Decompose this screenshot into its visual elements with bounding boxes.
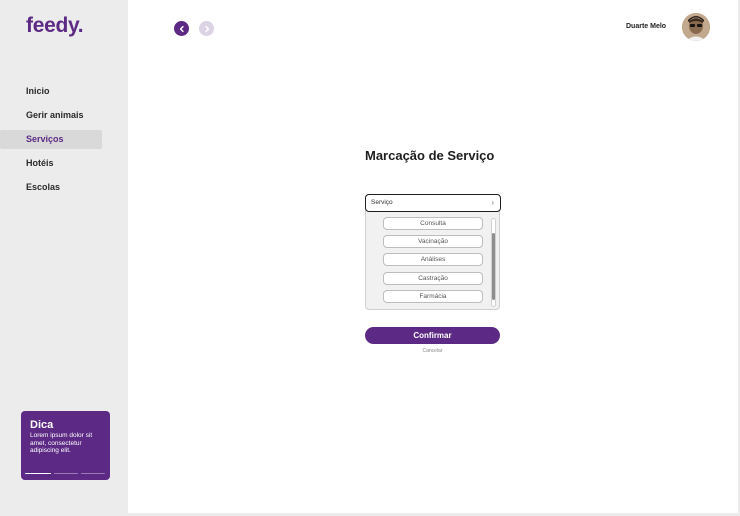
sidebar-item-hoteis[interactable]: Hotéis <box>0 154 102 173</box>
tip-title: Dica <box>30 419 54 431</box>
forward-button[interactable] <box>199 21 214 36</box>
service-select-value: Serviço <box>371 199 393 206</box>
option-farmacia[interactable]: Farmácia <box>383 289 483 303</box>
avatar[interactable] <box>682 13 710 41</box>
chevron-right-icon <box>204 25 209 32</box>
option-vacinacao[interactable]: Vacinação <box>383 235 483 249</box>
scrollbar-thumb[interactable] <box>492 233 495 300</box>
chevron-left-icon <box>179 25 184 32</box>
sidebar-item-servicos[interactable]: Serviços <box>0 130 102 149</box>
cancel-link[interactable]: Cancelar <box>365 348 500 354</box>
confirm-button[interactable]: Confirmar <box>365 327 500 344</box>
back-button[interactable] <box>174 21 189 36</box>
tip-pagination <box>25 472 105 474</box>
sidebar-item-escolas[interactable]: Escolas <box>0 178 102 197</box>
tip-card: Dica Lorem ipsum dolor sit amet, consect… <box>21 411 110 480</box>
sidebar: feedy. Inicio Gerir animais Serviços Hot… <box>0 0 128 516</box>
service-select[interactable]: Serviço › <box>365 194 501 212</box>
app-logo[interactable]: feedy. <box>26 14 84 38</box>
option-consulta[interactable]: Consulta <box>383 217 483 230</box>
chevron-right-icon: › <box>491 198 494 207</box>
service-dropdown: Serviço › Consulta Vacinação Análises Ca… <box>365 194 501 310</box>
option-castracao[interactable]: Castração <box>383 271 483 285</box>
page-title: Marcação de Serviço <box>365 148 495 163</box>
main-content: Duarte Melo Marcação de Serviço Serviço … <box>128 0 738 513</box>
tip-page-indicator[interactable] <box>25 472 51 474</box>
option-analises[interactable]: Análises <box>383 253 483 267</box>
sidebar-item-gerir-animais[interactable]: Gerir animais <box>0 106 102 125</box>
service-options: Consulta Vacinação Análises Castração Fa… <box>383 217 483 308</box>
tip-text: Lorem ipsum dolor sit amet, consectetur … <box>30 432 93 455</box>
sidebar-nav: Inicio Gerir animais Serviços Hotéis Esc… <box>0 82 128 202</box>
user-name[interactable]: Duarte Melo <box>626 23 666 30</box>
sidebar-item-inicio[interactable]: Inicio <box>0 82 102 101</box>
user-photo-icon <box>682 13 710 41</box>
tip-page-indicator[interactable] <box>54 472 78 474</box>
tip-page-indicator[interactable] <box>81 472 105 474</box>
